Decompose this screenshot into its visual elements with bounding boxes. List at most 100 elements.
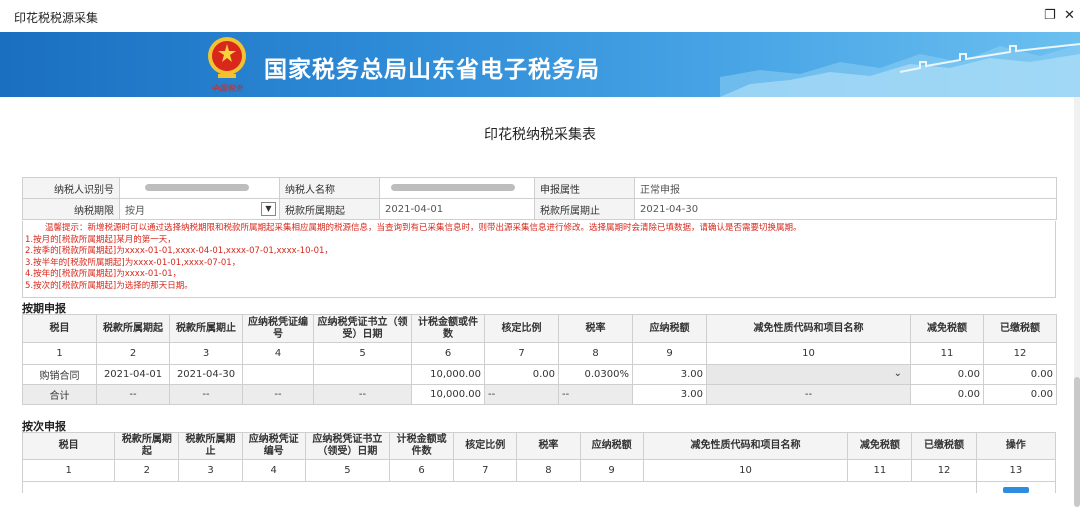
close-icon[interactable]: ✕	[1064, 8, 1075, 24]
column-header: 应纳税额	[632, 314, 707, 343]
notice-line: 4.按年的[税款所属期起]为xxxx-01-01，	[25, 269, 182, 279]
column-number: 7	[453, 459, 518, 482]
column-header: 减免税额	[910, 314, 984, 343]
report-attr-label: 申报属性	[534, 177, 635, 199]
column-header: 核定比例	[484, 314, 559, 343]
column-header: 应纳税凭证编号	[241, 432, 306, 460]
table-row: 购销合同 2021-04-01 2021-04-30 10,000.00 0.0…	[22, 364, 1057, 385]
notice-line: 3.按半年的[税款所属期起]为xxxx-01-01,xxxx-07-01，	[25, 257, 241, 268]
great-wall-illustration	[720, 43, 1080, 97]
total-paid-cell: 0.00	[983, 384, 1057, 405]
column-number: 12	[983, 342, 1057, 365]
notice-box: 温馨提示：新增税源时可以通过选择纳税期限和税款所属期起采集相应属期的税源信息，当…	[22, 221, 1056, 298]
chevron-down-icon[interactable]: ⌄	[894, 368, 902, 379]
period-end-field[interactable]: 2021-04-30	[634, 198, 1057, 220]
redacted-value	[391, 184, 515, 191]
voucher-no-cell[interactable]	[242, 364, 314, 385]
restore-icon[interactable]: ❐	[1044, 8, 1056, 24]
column-number: 3	[178, 459, 243, 482]
column-header: 税款所属期起	[96, 314, 170, 343]
window-titlebar: 印花税税源采集 ❐ ✕	[0, 0, 1080, 32]
column-header: 应纳税额	[579, 432, 644, 460]
taxable-amount-cell[interactable]: 10,000.00	[411, 364, 485, 385]
relief-code-select[interactable]: ⌄	[706, 364, 911, 385]
per-time-grid: 税目 税款所属期起 税款所属期止 应纳税凭证编号 应纳税凭证书立（领受）日期 计…	[21, 432, 1057, 493]
total-tax-cell: 3.00	[632, 384, 707, 405]
ratio-cell[interactable]: 0.00	[484, 364, 559, 385]
chevron-down-icon[interactable]: ▼	[261, 202, 276, 216]
column-header: 税目	[21, 432, 116, 460]
operation-cell	[975, 481, 1057, 493]
column-number: 5	[313, 342, 412, 365]
column-number: 3	[169, 342, 243, 365]
period-start-cell[interactable]: 2021-04-01	[96, 364, 170, 385]
tax-period-select[interactable]: 按月 ▼	[119, 198, 280, 220]
total-cell: --	[96, 384, 170, 405]
column-number: 10	[642, 459, 849, 482]
column-header: 税目	[22, 314, 97, 343]
relief-amount-cell[interactable]: 0.00	[910, 364, 984, 385]
column-number: 2	[96, 342, 170, 365]
column-number: 6	[411, 342, 485, 365]
tax-period-label: 纳税期限	[22, 198, 120, 220]
tax-payable-cell: 3.00	[632, 364, 707, 385]
column-header: 已缴税额	[911, 432, 977, 460]
taxpayer-info-grid: 纳税人识别号 纳税人名称 申报属性 正常申报 纳税期限 按月 ▼ 税款所属期起 …	[22, 177, 1057, 220]
column-number: 5	[304, 459, 391, 482]
taxpayer-id-field	[119, 177, 280, 199]
column-header: 计税金额或件数	[389, 432, 455, 460]
voucher-date-cell[interactable]	[313, 364, 412, 385]
scrollbar[interactable]	[1074, 97, 1080, 507]
total-cell: --	[706, 384, 911, 405]
column-number: 12	[911, 459, 977, 482]
column-header: 税率	[558, 314, 633, 343]
total-row: 合计 -- -- -- -- 10,000.00 -- -- 3.00 -- 0…	[22, 384, 1057, 405]
column-number: 4	[242, 342, 314, 365]
emblem-caption: 中国税务	[211, 84, 244, 93]
column-number: 6	[389, 459, 455, 482]
column-header: 计税金额或件数	[411, 314, 485, 343]
add-row-button[interactable]	[1002, 487, 1029, 493]
total-cell: --	[242, 384, 314, 405]
period-start-field[interactable]: 2021-04-01	[379, 198, 535, 220]
header-banner: 中国税务 国家税务总局山东省电子税务局	[0, 32, 1080, 97]
tax-emblem-icon: 中国税务	[208, 37, 246, 93]
total-cell: --	[169, 384, 243, 405]
column-header: 税款所属期止	[169, 314, 243, 343]
column-header: 减免税额	[847, 432, 913, 460]
taxpayer-name-field	[379, 177, 535, 199]
period-end-cell[interactable]: 2021-04-30	[169, 364, 243, 385]
period-end-label: 税款所属期止	[534, 198, 635, 220]
tax-rate-cell: 0.0300%	[558, 364, 633, 385]
column-number: 13	[975, 459, 1057, 482]
taxpayer-name-label: 纳税人名称	[279, 177, 380, 199]
column-number: 10	[706, 342, 911, 365]
taxpayer-id-label: 纳税人识别号	[22, 177, 120, 199]
column-number: 4	[241, 459, 306, 482]
column-number: 9	[579, 459, 644, 482]
column-header: 税款所属期起	[114, 432, 180, 460]
column-header: 应纳税凭证书立（领受）日期	[304, 432, 391, 460]
total-cell: --	[484, 384, 559, 405]
notice-line: 1.按月的[税款所属期起]某月的第一天，	[25, 234, 176, 245]
window-title: 印花税税源采集	[14, 11, 99, 25]
column-header: 税率	[516, 432, 581, 460]
total-label: 合计	[22, 384, 97, 405]
column-header: 已缴税额	[983, 314, 1057, 343]
periodic-grid: 税目 税款所属期起 税款所属期止 应纳税凭证编号 应纳税凭证书立（领受）日期 计…	[22, 314, 1057, 405]
column-number: 7	[484, 342, 559, 365]
total-cell: --	[313, 384, 412, 405]
total-cell: --	[558, 384, 633, 405]
total-relief-cell: 0.00	[910, 384, 984, 405]
paid-amount-cell[interactable]: 0.00	[983, 364, 1057, 385]
column-number: 8	[558, 342, 633, 365]
column-number: 11	[910, 342, 984, 365]
scrollbar-thumb[interactable]	[1074, 377, 1080, 507]
total-amount-cell: 10,000.00	[411, 384, 485, 405]
notice-line: 2.按季的[税款所属期起]为xxxx-01-01,xxxx-04-01,xxxx…	[25, 246, 333, 256]
column-number: 11	[847, 459, 913, 482]
column-header: 减免性质代码和项目名称	[642, 432, 849, 460]
tax-item-cell: 购销合同	[22, 364, 97, 385]
site-title: 国家税务总局山东省电子税务局	[264, 57, 600, 83]
column-number: 1	[21, 459, 116, 482]
